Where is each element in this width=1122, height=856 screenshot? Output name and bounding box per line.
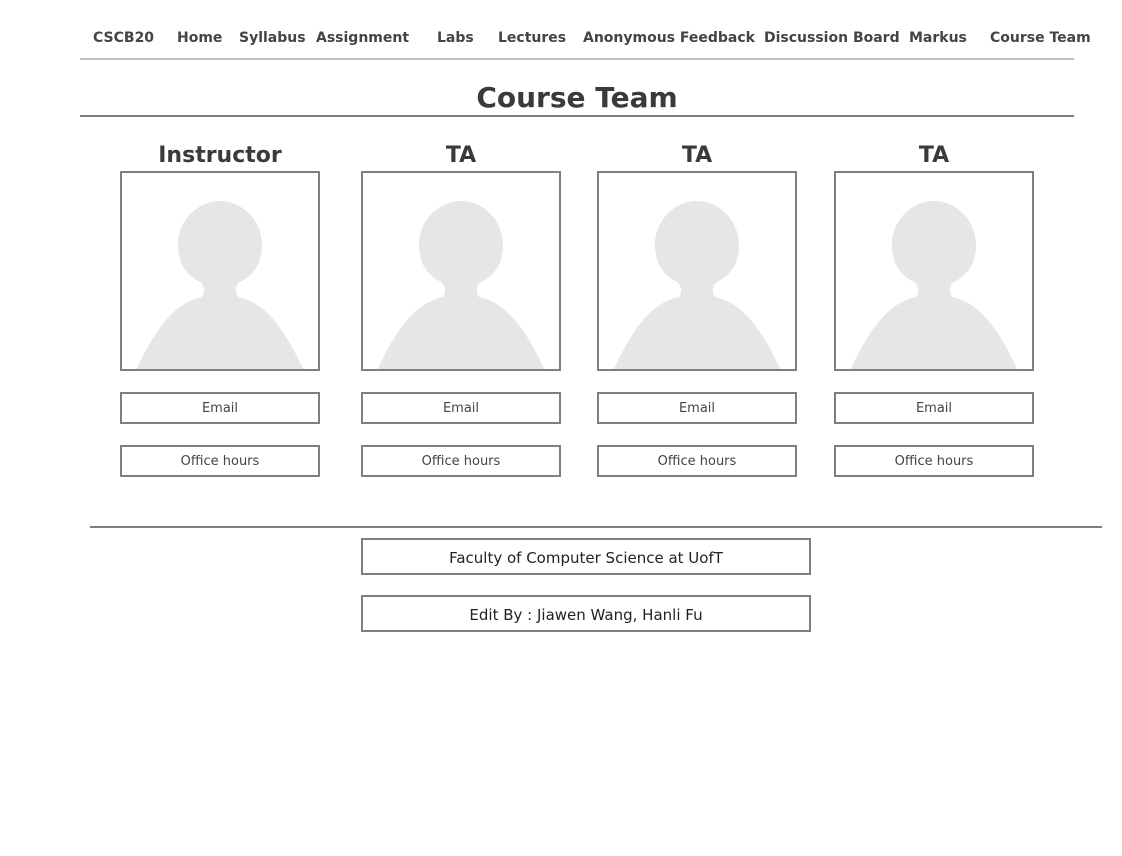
footer-divider: [90, 526, 1102, 528]
nav-item-home[interactable]: Home: [177, 29, 222, 47]
nav-item-assignment[interactable]: Assignment: [316, 29, 409, 47]
team-member-card: TA Email Office hours: [361, 141, 561, 477]
member-email[interactable]: Email: [834, 392, 1034, 424]
member-office-hours: Office hours: [834, 445, 1034, 477]
member-office-hours: Office hours: [597, 445, 797, 477]
member-photo: [120, 171, 320, 371]
footer-faculty: Faculty of Computer Science at UofT: [361, 538, 811, 575]
nav-item-syllabus[interactable]: Syllabus: [239, 29, 306, 47]
person-silhouette-icon: [850, 201, 1018, 369]
page: CSCB20 Home Syllabus Assignment Labs Lec…: [0, 0, 1122, 856]
team-member-card: Instructor Email Office hours: [120, 141, 320, 477]
member-photo: [834, 171, 1034, 371]
member-office-hours: Office hours: [120, 445, 320, 477]
nav-item-anonymous-feedback[interactable]: Anonymous Feedback: [583, 29, 755, 47]
top-nav: CSCB20 Home Syllabus Assignment Labs Lec…: [80, 29, 1091, 60]
footer-editors: Edit By : Jiawen Wang, Hanli Fu: [361, 595, 811, 632]
member-email[interactable]: Email: [120, 392, 320, 424]
team-member-card: TA Email Office hours: [834, 141, 1034, 477]
member-email[interactable]: Email: [597, 392, 797, 424]
member-role: Instructor: [158, 143, 282, 168]
page-title: Course Team: [476, 81, 678, 114]
member-photo: [597, 171, 797, 371]
nav-item-course-team[interactable]: Course Team: [990, 29, 1091, 47]
nav-item-lectures[interactable]: Lectures: [498, 29, 566, 47]
member-role: TA: [918, 143, 950, 168]
title-divider: [80, 115, 1074, 117]
member-photo: [361, 171, 561, 371]
member-office-hours: Office hours: [361, 445, 561, 477]
member-email[interactable]: Email: [361, 392, 561, 424]
member-role: TA: [681, 143, 713, 168]
team-member-card: TA Email Office hours: [597, 141, 797, 477]
member-role: TA: [445, 143, 477, 168]
nav-item-labs[interactable]: Labs: [437, 29, 474, 47]
nav-item-markus[interactable]: Markus: [909, 29, 967, 47]
person-silhouette-icon: [377, 201, 545, 369]
nav-item-discussion-board[interactable]: Discussion Board: [764, 29, 900, 47]
person-silhouette-icon: [136, 201, 304, 369]
nav-item-cscb20[interactable]: CSCB20: [93, 29, 154, 47]
person-silhouette-icon: [613, 201, 781, 369]
